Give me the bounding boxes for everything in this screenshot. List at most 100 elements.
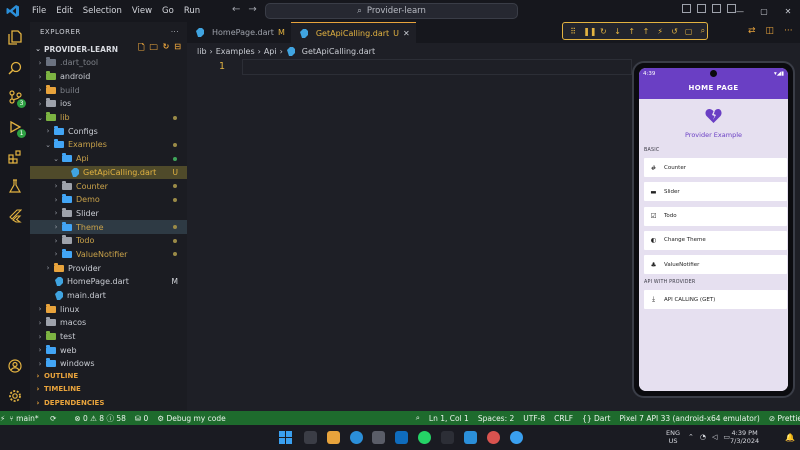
inspect-icon[interactable]: ⌕ [699, 26, 707, 36]
source-control-icon[interactable]: 3 [7, 89, 26, 108]
clock[interactable]: 4:39 PM 7/3/2024 [730, 429, 759, 445]
tree-item[interactable]: HomePage.dart M [30, 275, 187, 289]
minimize-button[interactable]: — [728, 7, 752, 16]
flutter-device[interactable]: Pixel 7 API 33 (android-x64 emulator) [619, 414, 759, 423]
ports-indicator[interactable]: ⛁ 0 [135, 414, 148, 423]
search-icon[interactable] [7, 60, 23, 76]
stop-icon[interactable]: ▢ [685, 27, 693, 36]
code-editor[interactable]: 1 [187, 58, 632, 411]
toggle-secondary-sidebar-icon[interactable] [712, 4, 721, 13]
battery-icon[interactable]: ▭ [723, 433, 730, 441]
new-file-icon[interactable]: 🗋 [138, 42, 144, 56]
tree-item[interactable]: ⌄ Api [30, 152, 187, 166]
notification-center-icon[interactable]: 🔔 [785, 433, 795, 442]
tree-item[interactable]: › .dart_tool [30, 56, 187, 70]
zoom-icon[interactable]: ⌕ [416, 413, 420, 423]
toggle-panel-icon[interactable] [697, 4, 706, 13]
whatsapp-taskbar-icon[interactable] [418, 431, 431, 444]
encoding[interactable]: UTF-8 [523, 414, 545, 423]
tree-item[interactable]: › Slider [30, 207, 187, 221]
chrome-taskbar-icon[interactable] [350, 431, 363, 444]
outline-section[interactable]: › OUTLINE [30, 369, 187, 383]
pause-icon[interactable]: ❚❚ [583, 27, 596, 36]
prettier-status[interactable]: ⊘ Prettier [769, 414, 800, 423]
lightning-icon[interactable]: ⚡ [656, 27, 664, 36]
branch-indicator[interactable]: ⑂ main* ⟳ [9, 414, 65, 423]
testing-icon[interactable] [7, 178, 23, 194]
tree-item[interactable]: › macos [30, 316, 187, 330]
problems-indicator[interactable]: ⊗ 0 ⚠ 8 ⓘ 58 [74, 413, 126, 424]
breadcrumb-file[interactable]: GetApiCalling.dart [302, 47, 375, 56]
tree-item[interactable]: ⌄ lib [30, 111, 187, 125]
terminal-taskbar-icon[interactable] [441, 431, 454, 444]
more-actions-icon[interactable]: ··· [784, 26, 793, 36]
maximize-button[interactable]: ▢ [752, 7, 776, 16]
tree-item[interactable]: › android [30, 70, 187, 84]
hot-reload-icon[interactable]: ↑ [642, 27, 650, 36]
basic-item-card[interactable]: ▬ Slider [644, 182, 787, 202]
project-root[interactable]: ⌄ PROVIDER-LEARN 🗋 🗀 ↻ ⊟ [30, 42, 187, 56]
indentation[interactable]: Spaces: 2 [478, 414, 514, 423]
tree-item[interactable]: GetApiCalling.dart U [30, 165, 187, 180]
tree-item[interactable]: › web [30, 343, 187, 357]
tab-close-icon[interactable]: ✕ [403, 29, 410, 38]
file-explorer-taskbar-icon[interactable] [304, 431, 317, 444]
tree-item[interactable]: › test [30, 330, 187, 344]
remote-icon[interactable]: ⚡ [0, 414, 5, 423]
compare-icon[interactable]: ⇄ [748, 26, 756, 36]
settings-gear-icon[interactable] [7, 388, 23, 404]
restart-icon[interactable]: ↺ [670, 27, 678, 36]
debug-config[interactable]: ⚙ Debug my code [157, 414, 234, 423]
tab-getapicalling[interactable]: GetApiCalling.dart U ✕ [290, 22, 416, 43]
tree-item[interactable]: › Theme [30, 220, 187, 234]
tree-item[interactable]: › build [30, 83, 187, 97]
new-folder-icon[interactable]: 🗀 [150, 42, 158, 56]
flutter-icon[interactable] [7, 208, 23, 224]
language-mode[interactable]: {} Dart [582, 414, 610, 423]
breadcrumb-api[interactable]: Api [264, 47, 277, 56]
menu-selection[interactable]: Selection [78, 0, 127, 22]
cursor-position[interactable]: Ln 1, Col 1 [429, 414, 469, 423]
menu-view[interactable]: View [127, 0, 157, 22]
basic-item-card[interactable]: ☑ Todo [644, 206, 787, 226]
forward-arrow-icon[interactable]: → [248, 4, 256, 15]
basic-item-card[interactable]: # Counter [644, 158, 787, 177]
wifi-icon[interactable]: ◔ [700, 433, 706, 441]
line-ending[interactable]: CRLF [554, 414, 573, 423]
breadcrumb-examples[interactable]: Examples [216, 47, 255, 56]
collapse-all-icon[interactable]: ⊟ [174, 42, 181, 56]
tree-item[interactable]: main.dart [30, 289, 187, 303]
tree-item[interactable]: › Provider [30, 261, 187, 275]
basic-item-card[interactable]: ♣ ValueNotifier [644, 255, 787, 275]
toggle-sidebar-icon[interactable] [682, 4, 691, 13]
menu-run[interactable]: Run [179, 0, 205, 22]
split-editor-icon[interactable]: ◫ [766, 26, 775, 36]
extensions-icon[interactable] [7, 149, 23, 165]
tree-item[interactable]: › Counter [30, 179, 187, 193]
app-taskbar-icon[interactable] [372, 431, 385, 444]
volume-icon[interactable]: ◁ [712, 433, 717, 441]
tree-item[interactable]: › Configs [30, 124, 187, 138]
step-into-icon[interactable]: ↓ [613, 27, 621, 36]
language-indicator[interactable]: ENG US [666, 429, 680, 445]
emulator-taskbar-icon[interactable] [510, 431, 523, 444]
drag-handle-icon[interactable]: ⠿ [569, 27, 577, 36]
command-center[interactable]: ⌕ Provider-learn [265, 3, 518, 19]
run-debug-icon[interactable]: 1 [7, 119, 26, 138]
explorer-icon[interactable] [7, 29, 23, 45]
windows-start-icon[interactable] [279, 431, 292, 444]
vscode-taskbar-icon[interactable] [464, 431, 477, 444]
tray-chevron-icon[interactable]: ⌃ [688, 433, 694, 441]
api-calling-card[interactable]: ⤓ API CALLING (GET) [644, 290, 787, 309]
refresh-icon[interactable]: ↻ [163, 42, 170, 56]
menu-edit[interactable]: Edit [51, 0, 77, 22]
folder-taskbar-icon[interactable] [327, 431, 340, 444]
dependencies-section[interactable]: › DEPENDENCIES [30, 396, 187, 410]
tab-homepage[interactable]: HomePage.dart M [187, 22, 291, 43]
timeline-section[interactable]: › TIMELINE [30, 383, 187, 397]
chrome-profile-taskbar-icon[interactable] [487, 431, 500, 444]
close-window-button[interactable]: ✕ [776, 7, 800, 16]
tree-item[interactable]: › ios [30, 97, 187, 111]
account-icon[interactable] [7, 358, 23, 374]
step-out-icon[interactable]: ↑ [628, 27, 636, 36]
